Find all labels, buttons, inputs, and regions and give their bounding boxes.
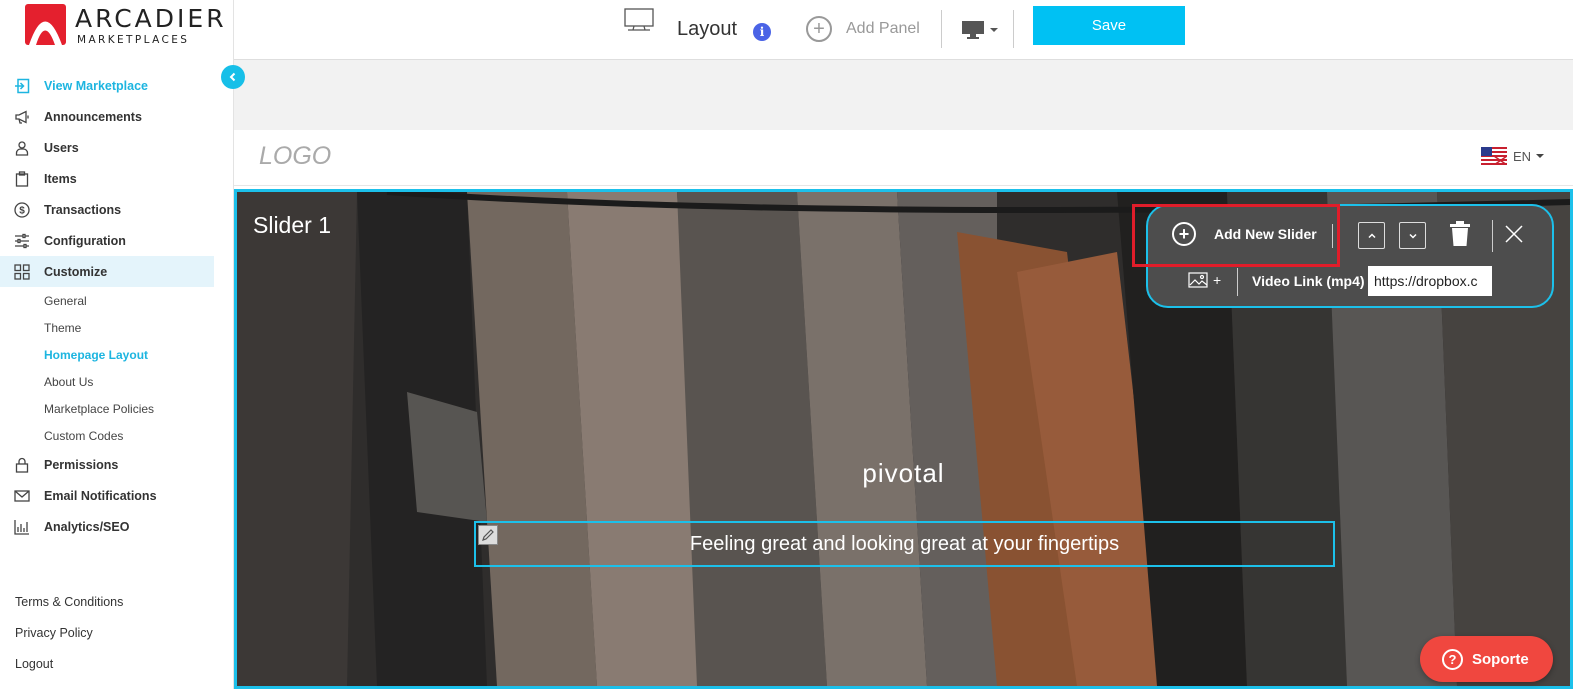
enter-icon — [14, 78, 30, 94]
sidebar-collapse-button[interactable] — [221, 65, 245, 89]
caret-down-icon — [1536, 154, 1545, 158]
caret-down-icon — [990, 28, 998, 32]
question-icon: ? — [1442, 648, 1463, 670]
sidebar-subitem-custom-codes[interactable]: Custom Codes — [0, 422, 214, 449]
sidebar-item-email-notifications[interactable]: Email Notifications — [0, 480, 214, 511]
sidebar-item-label: Analytics/SEO — [44, 519, 130, 534]
sidebar-footer: Terms & Conditions Privacy Policy Logout — [15, 586, 123, 679]
add-panel-label: Add Panel — [846, 20, 920, 37]
chart-icon — [14, 519, 30, 535]
sidebar-subitem-theme[interactable]: Theme — [0, 314, 214, 341]
chevron-down-icon — [1408, 233, 1417, 239]
brand-name: ARCADIER — [75, 4, 227, 33]
sidebar-item-customize[interactable]: Customize — [0, 256, 214, 287]
flag-icon — [1481, 147, 1507, 165]
mail-icon — [14, 488, 30, 504]
lock-icon — [14, 457, 30, 473]
video-link-input[interactable] — [1368, 266, 1492, 296]
support-label: Soporte — [1472, 650, 1529, 668]
trash-icon[interactable] — [1448, 220, 1472, 248]
page-title: Layout — [677, 18, 738, 40]
highlight-box — [1132, 204, 1340, 267]
sidebar-subitem-homepage-layout[interactable]: Homepage Layout — [0, 341, 214, 368]
add-image-button[interactable]: + — [1188, 272, 1221, 288]
sidebar-item-analytics-seo[interactable]: Analytics/SEO — [0, 511, 214, 542]
sidebar-item-label: Configuration — [44, 233, 126, 248]
sidebar-item-transactions[interactable]: $ Transactions — [0, 194, 214, 225]
image-icon — [1188, 272, 1208, 288]
sidebar-item-users[interactable]: Users — [0, 132, 214, 163]
logout-link[interactable]: Logout — [15, 648, 123, 679]
privacy-link[interactable]: Privacy Policy — [15, 617, 123, 648]
language-selector[interactable]: EN — [1481, 147, 1545, 165]
top-toolbar: Layout i + Add Panel Save — [234, 0, 1573, 60]
slider-title: Slider 1 — [253, 212, 331, 238]
canvas-top-area — [234, 60, 1573, 130]
sidebar-item-label: View Marketplace — [44, 78, 148, 93]
sidebar-item-announcements[interactable]: Announcements — [0, 101, 214, 132]
terms-link[interactable]: Terms & Conditions — [15, 586, 123, 617]
sidebar-item-items[interactable]: Items — [0, 163, 214, 194]
slider-heading[interactable]: pivotal — [237, 458, 1570, 489]
sliders-icon — [14, 233, 30, 249]
move-down-button[interactable] — [1399, 222, 1426, 249]
sidebar-item-label: Email Notifications — [44, 488, 157, 503]
divider — [1492, 220, 1493, 252]
info-icon[interactable]: i — [753, 23, 771, 41]
sidebar-subitem-general[interactable]: General — [0, 287, 214, 314]
site-header-preview: LOGO EN — [234, 130, 1573, 186]
pencil-icon[interactable] — [478, 525, 498, 545]
video-link-label: Video Link (mp4) — [1252, 273, 1365, 289]
save-button[interactable]: Save — [1033, 6, 1185, 45]
add-image-plus: + — [1213, 272, 1222, 288]
clipboard-icon — [14, 171, 30, 187]
brand-sub: MARKETPLACES — [77, 34, 190, 46]
monitor-icon — [624, 8, 654, 32]
divider — [1013, 10, 1014, 48]
site-logo: LOGO — [259, 142, 332, 170]
support-button[interactable]: ? Soporte — [1420, 636, 1553, 682]
svg-text:$: $ — [19, 206, 25, 217]
dollar-icon: $ — [14, 202, 30, 218]
sidebar-item-view-marketplace[interactable]: View Marketplace — [0, 70, 214, 101]
grid-icon — [14, 264, 30, 280]
chevron-up-icon — [1367, 232, 1376, 238]
sidebar-item-permissions[interactable]: Permissions — [0, 449, 214, 480]
sidebar-item-label: Items — [44, 171, 77, 186]
chevron-left-icon — [229, 72, 236, 82]
divider — [941, 10, 942, 48]
sidebar-item-label: Users — [44, 140, 79, 155]
arcadier-logo[interactable]: ARCADIER MARKETPLACES — [25, 4, 224, 48]
sidebar-item-label: Customize — [44, 264, 108, 279]
slider-caption[interactable]: Feeling great and looking great at your … — [474, 521, 1335, 567]
sidebar-item-label: Announcements — [44, 109, 142, 124]
sidebar-item-label: Transactions — [44, 202, 122, 217]
megaphone-icon — [14, 109, 30, 125]
sidebar-item-configuration[interactable]: Configuration — [0, 225, 214, 256]
sidebar-subitem-marketplace-policies[interactable]: Marketplace Policies — [0, 395, 214, 422]
divider — [1237, 268, 1238, 296]
sidebar-item-label: Permissions — [44, 457, 119, 472]
user-icon — [14, 140, 30, 156]
plus-circle-icon: + — [806, 16, 832, 42]
desktop-icon — [962, 21, 984, 39]
language-label: EN — [1513, 148, 1532, 164]
arcadier-logo-mark — [25, 4, 66, 45]
sidebar: ARCADIER MARKETPLACES View Marketplace A… — [0, 0, 234, 689]
device-dropdown[interactable] — [961, 20, 999, 40]
sidebar-subitem-about-us[interactable]: About Us — [0, 368, 214, 395]
add-panel-button[interactable]: + Add Panel — [806, 16, 920, 42]
close-icon[interactable] — [1502, 222, 1526, 246]
sidebar-nav: View Marketplace Announcements Users Ite… — [0, 70, 214, 542]
move-up-button[interactable] — [1358, 222, 1385, 249]
